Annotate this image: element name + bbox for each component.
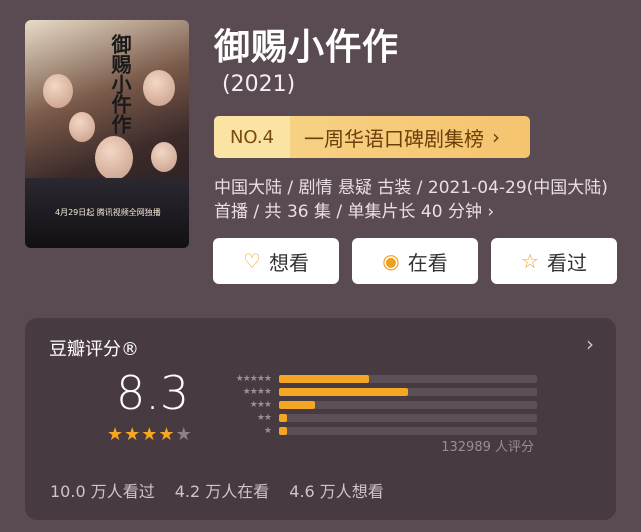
rating-star-icon: ★ bbox=[124, 424, 142, 445]
distribution-bar bbox=[279, 413, 287, 422]
distribution-row: ★★ bbox=[211, 411, 537, 424]
rating-distribution: ★★★★★ ★★★★ ★★★ ★★ ★ bbox=[211, 372, 537, 437]
distribution-row: ★★★★ bbox=[211, 385, 537, 398]
distribution-label: ★★★ bbox=[249, 399, 272, 410]
chevron-right-icon: › bbox=[492, 125, 500, 149]
rating-star-icon: ★ bbox=[107, 424, 125, 445]
stat-watching: 4.2 万人在看 bbox=[174, 482, 270, 501]
audience-stats: 10.0 万人看过 4.2 万人在看 4.6 万人想看 bbox=[50, 478, 384, 502]
rank-number: NO.4 bbox=[214, 116, 290, 158]
distribution-label: ★★ bbox=[256, 412, 272, 423]
stat-want: 4.6 万人想看 bbox=[289, 482, 384, 501]
star-icon: ☆ bbox=[521, 249, 539, 273]
watched-label: 看过 bbox=[546, 250, 587, 275]
watching-label: 在看 bbox=[407, 250, 448, 275]
watching-button[interactable]: ◉ 在看 bbox=[352, 238, 478, 284]
rating-stars: ★★★★★ bbox=[107, 424, 193, 445]
watched-button[interactable]: ☆ 看过 bbox=[491, 238, 617, 284]
want-button[interactable]: ♡ 想看 bbox=[213, 238, 339, 284]
poster-figure bbox=[143, 70, 175, 106]
rank-badge[interactable]: NO.4 一周华语口碑剧集榜 › bbox=[214, 116, 530, 158]
poster-figure bbox=[43, 74, 73, 108]
poster-date: 4月29日起 腾讯视频全网独播 bbox=[55, 208, 161, 217]
rating-star-icon: ★ bbox=[158, 424, 176, 445]
poster-image[interactable]: 御赐小仵作 4月29日起 腾讯视频全网独播 bbox=[25, 20, 189, 248]
rank-list: 一周华语口碑剧集榜 › bbox=[290, 116, 530, 158]
show-meta[interactable]: 中国大陆 / 剧情 悬疑 古装 / 2021-04-29(中国大陆) 首播 / … bbox=[214, 176, 619, 224]
distribution-bar bbox=[279, 400, 315, 409]
rating-star-icon: ★ bbox=[175, 424, 193, 445]
distribution-bar bbox=[279, 374, 369, 383]
distribution-label: ★★★★★ bbox=[235, 373, 272, 384]
rating-card[interactable]: 豆瓣评分® › 8.3 ★★★★★ ★★★★★ ★★★★ ★★★ ★★ ★ 132989… bbox=[25, 318, 616, 520]
heart-plus-icon: ♡ bbox=[243, 249, 261, 273]
distribution-bar bbox=[279, 387, 408, 396]
distribution-track bbox=[279, 413, 537, 422]
rating-header: 豆瓣评分® bbox=[49, 339, 139, 360]
show-title: 御赐小仵作 bbox=[214, 27, 400, 68]
want-label: 想看 bbox=[268, 250, 309, 275]
distribution-row: ★★★ bbox=[211, 398, 537, 411]
distribution-label: ★ bbox=[263, 425, 272, 436]
distribution-track bbox=[279, 374, 537, 383]
rating-score: 8.3 bbox=[116, 366, 190, 420]
poster-figure bbox=[95, 136, 133, 180]
show-year: (2021) bbox=[222, 72, 296, 97]
distribution-bar bbox=[279, 426, 287, 435]
distribution-track bbox=[279, 426, 537, 435]
target-icon: ◉ bbox=[382, 249, 400, 273]
poster-figure bbox=[151, 142, 177, 172]
distribution-label: ★★★★ bbox=[242, 386, 272, 397]
distribution-track bbox=[279, 387, 537, 396]
poster-title: 御赐小仵作 bbox=[108, 34, 132, 134]
rank-list-label: 一周华语口碑剧集榜 bbox=[304, 126, 484, 151]
distribution-track bbox=[279, 400, 537, 409]
stat-watched: 10.0 万人看过 bbox=[50, 482, 155, 501]
poster-figure bbox=[69, 112, 95, 142]
chevron-right-icon[interactable]: › bbox=[586, 332, 594, 356]
rating-star-icon: ★ bbox=[141, 424, 159, 445]
rating-count: 132989 人评分 bbox=[441, 440, 534, 455]
distribution-row: ★★★★★ bbox=[211, 372, 537, 385]
